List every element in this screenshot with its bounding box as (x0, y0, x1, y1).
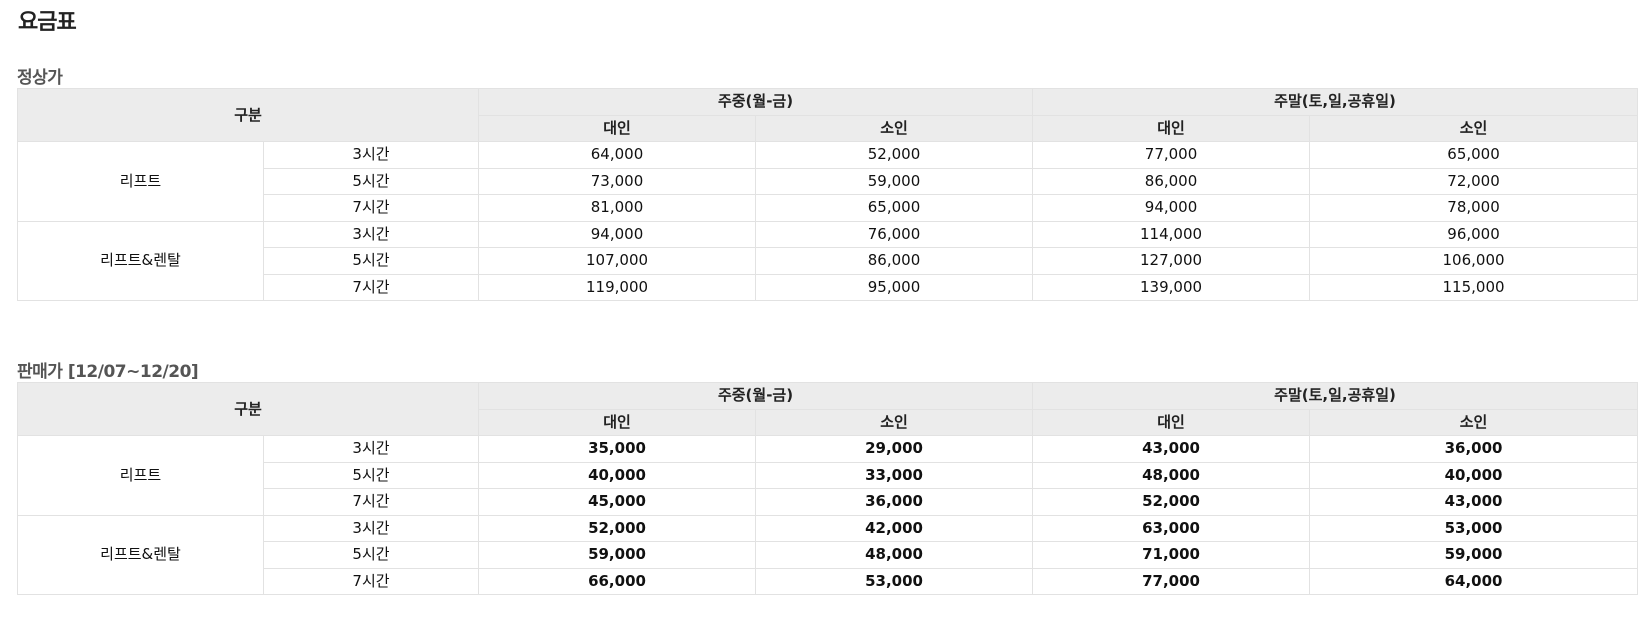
price-cell: 52,000 (755, 141, 1034, 169)
price-cell: 114,000 (1032, 220, 1311, 248)
header-weekday: 주중(월-금) (478, 88, 1034, 116)
header-weekend-adult: 대인 (1032, 114, 1311, 142)
header-weekend-child: 소인 (1309, 408, 1639, 436)
sale-price-cell: 77,000 (1032, 567, 1311, 595)
sale-price-cell: 45,000 (478, 488, 757, 516)
duration-cell: 5시간 (262, 461, 480, 489)
duration-cell: 3시간 (262, 141, 480, 169)
section-title-regular: 정상가 (17, 68, 63, 88)
header-weekday-child: 소인 (755, 408, 1034, 436)
price-cell: 73,000 (478, 167, 757, 195)
price-cell: 94,000 (478, 220, 757, 248)
duration-cell: 7시간 (262, 273, 480, 301)
sale-price-cell: 48,000 (755, 541, 1034, 569)
duration-cell: 7시간 (262, 488, 480, 516)
price-cell: 86,000 (1032, 167, 1311, 195)
table-row: 리프트&렌탈 3시간 94,000 76,000 114,000 96,000 (17, 220, 1639, 301)
price-cell: 106,000 (1309, 247, 1639, 275)
sale-price-cell: 66,000 (478, 567, 757, 595)
group-label: 리프트&렌탈 (17, 514, 264, 595)
header-weekend-adult: 대인 (1032, 408, 1311, 436)
sale-price-cell: 64,000 (1309, 567, 1639, 595)
header-category: 구분 (16, 88, 480, 142)
group-label: 리프트 (17, 141, 264, 222)
price-cell: 139,000 (1032, 273, 1311, 301)
table-header: 구분 주중(월-금) 주말(토,일,공휴일) 대인 소인 대인 소인 (16, 88, 1639, 142)
header-weekend: 주말(토,일,공휴일) (1032, 88, 1639, 116)
sale-price-cell: 43,000 (1309, 488, 1639, 516)
price-cell: 96,000 (1309, 220, 1639, 248)
group-label: 리프트 (17, 435, 264, 516)
header-weekday-child: 소인 (755, 114, 1034, 142)
sale-price-cell: 43,000 (1032, 435, 1311, 463)
price-cell: 76,000 (755, 220, 1034, 248)
header-weekend: 주말(토,일,공휴일) (1032, 382, 1639, 410)
duration-cell: 5시간 (262, 167, 480, 195)
table-row: 리프트 3시간 35,000 29,000 43,000 36,000 (17, 435, 1639, 516)
sale-price-cell: 33,000 (755, 461, 1034, 489)
price-cell: 65,000 (1309, 141, 1639, 169)
duration-cell: 5시간 (262, 247, 480, 275)
header-weekday-adult: 대인 (478, 114, 757, 142)
sale-price-cell: 36,000 (1309, 435, 1639, 463)
sale-price-cell: 40,000 (478, 461, 757, 489)
price-cell: 115,000 (1309, 273, 1639, 301)
sale-price-cell: 53,000 (1309, 514, 1639, 542)
price-cell: 78,000 (1309, 194, 1639, 222)
header-category: 구분 (16, 382, 480, 436)
price-cell: 86,000 (755, 247, 1034, 275)
duration-cell: 5시간 (262, 541, 480, 569)
duration-cell: 7시간 (262, 567, 480, 595)
duration-cell: 7시간 (262, 194, 480, 222)
header-weekday-adult: 대인 (478, 408, 757, 436)
price-cell: 72,000 (1309, 167, 1639, 195)
sale-price-cell: 59,000 (1309, 541, 1639, 569)
price-cell: 77,000 (1032, 141, 1311, 169)
price-cell: 119,000 (478, 273, 757, 301)
price-cell: 65,000 (755, 194, 1034, 222)
sale-price-cell: 36,000 (755, 488, 1034, 516)
sale-price-cell: 59,000 (478, 541, 757, 569)
duration-cell: 3시간 (262, 514, 480, 542)
sale-price-cell: 52,000 (478, 514, 757, 542)
group-label: 리프트&렌탈 (17, 220, 264, 301)
section-title-sale: 판매가 [12/07~12/20] (17, 362, 199, 382)
price-page: 요금표 정상가 구분 주중(월-금) 주말(토,일,공휴일) 대인 소인 대인 … (0, 0, 1652, 640)
regular-price-table: 구분 주중(월-금) 주말(토,일,공휴일) 대인 소인 대인 소인 리프트 3… (16, 88, 1639, 301)
sale-price-cell: 52,000 (1032, 488, 1311, 516)
sale-price-table: 구분 주중(월-금) 주말(토,일,공휴일) 대인 소인 대인 소인 리프트 3… (16, 382, 1639, 595)
table-header: 구분 주중(월-금) 주말(토,일,공휴일) 대인 소인 대인 소인 (16, 382, 1639, 436)
sale-price-cell: 63,000 (1032, 514, 1311, 542)
price-cell: 95,000 (755, 273, 1034, 301)
header-weekend-child: 소인 (1309, 114, 1639, 142)
table-row: 리프트 3시간 64,000 52,000 77,000 65,000 (17, 141, 1639, 222)
sale-price-cell: 42,000 (755, 514, 1034, 542)
header-weekday: 주중(월-금) (478, 382, 1034, 410)
price-cell: 59,000 (755, 167, 1034, 195)
price-cell: 81,000 (478, 194, 757, 222)
sale-price-cell: 40,000 (1309, 461, 1639, 489)
page-title: 요금표 (18, 10, 77, 35)
sale-price-cell: 71,000 (1032, 541, 1311, 569)
price-cell: 107,000 (478, 247, 757, 275)
sale-price-cell: 35,000 (478, 435, 757, 463)
duration-cell: 3시간 (262, 220, 480, 248)
sale-price-cell: 29,000 (755, 435, 1034, 463)
duration-cell: 3시간 (262, 435, 480, 463)
price-cell: 94,000 (1032, 194, 1311, 222)
price-cell: 64,000 (478, 141, 757, 169)
price-cell: 127,000 (1032, 247, 1311, 275)
sale-price-cell: 53,000 (755, 567, 1034, 595)
sale-price-cell: 48,000 (1032, 461, 1311, 489)
table-row: 리프트&렌탈 3시간 52,000 42,000 63,000 53,000 (17, 514, 1639, 595)
